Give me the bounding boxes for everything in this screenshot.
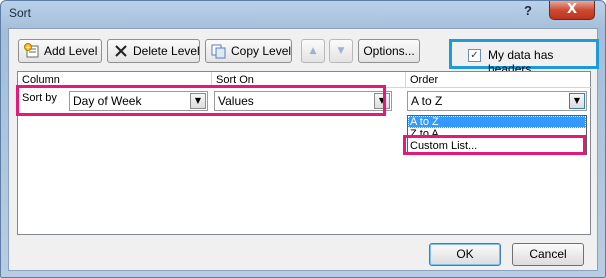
order-option-z-to-a[interactable]: Z to A <box>408 128 586 140</box>
column-select[interactable]: Day of Week ▼ <box>69 91 208 111</box>
column-header-sort-on: Sort On <box>212 72 406 88</box>
cancel-button[interactable]: Cancel <box>512 243 584 266</box>
help-icon[interactable]: ? <box>524 3 532 18</box>
order-option-custom-list[interactable]: Custom List... <box>408 140 586 152</box>
svg-text:+: + <box>25 44 31 52</box>
column-select-value: Day of Week <box>73 94 142 108</box>
order-option-a-to-z[interactable]: A to Z <box>408 116 586 128</box>
options-label: Options... <box>363 44 415 58</box>
headers-checkbox[interactable]: ✓ <box>468 49 481 62</box>
dialog-body: + Add Level Delete Level Copy Level ▲ ▼ … <box>8 28 599 271</box>
dialog-title: Sort <box>9 6 32 20</box>
sort-on-select-value: Values <box>218 94 254 108</box>
title-bar: Sort ? X <box>1 1 605 27</box>
copy-level-label: Copy Level <box>231 44 292 58</box>
close-button[interactable]: X <box>549 1 595 20</box>
sort-level-row[interactable]: Sort by Day of Week ▼ Values ▼ A to Z ▼ <box>18 89 590 113</box>
copy-icon <box>211 43 227 59</box>
ok-button[interactable]: OK <box>429 243 501 266</box>
delete-icon <box>113 43 129 59</box>
order-select[interactable]: A to Z ▼ <box>407 91 587 111</box>
delete-level-label: Delete Level <box>133 44 200 58</box>
options-button[interactable]: Options... <box>358 39 420 63</box>
move-up-button[interactable]: ▲ <box>301 39 325 63</box>
column-header-order: Order <box>406 72 592 88</box>
copy-level-button[interactable]: Copy Level <box>205 39 292 63</box>
sort-by-label: Sort by <box>22 92 57 104</box>
sort-levels-grid: Column Sort On Order Sort by Day of Week… <box>17 71 592 235</box>
add-level-label: Add Level <box>44 44 98 58</box>
chevron-down-icon[interactable]: ▼ <box>190 93 206 109</box>
delete-level-button[interactable]: Delete Level <box>107 39 200 63</box>
sort-dialog: Sort ? X + Add Level Delete Level Copy L… <box>0 0 606 278</box>
sort-on-select[interactable]: Values ▼ <box>214 91 392 111</box>
move-up-icon: ▲ <box>309 46 317 56</box>
column-header-column: Column <box>18 72 212 88</box>
move-down-button[interactable]: ▼ <box>329 39 353 63</box>
add-level-icon: + <box>24 43 40 59</box>
order-select-value: A to Z <box>411 94 443 108</box>
order-dropdown-list: A to Z Z to A Custom List... <box>407 115 587 155</box>
chevron-down-icon[interactable]: ▼ <box>569 93 585 109</box>
add-level-button[interactable]: + Add Level <box>18 39 102 63</box>
chevron-down-icon[interactable]: ▼ <box>374 93 390 109</box>
headers-highlight: ✓ My data has headers <box>449 39 599 76</box>
move-down-icon: ▼ <box>337 46 345 56</box>
